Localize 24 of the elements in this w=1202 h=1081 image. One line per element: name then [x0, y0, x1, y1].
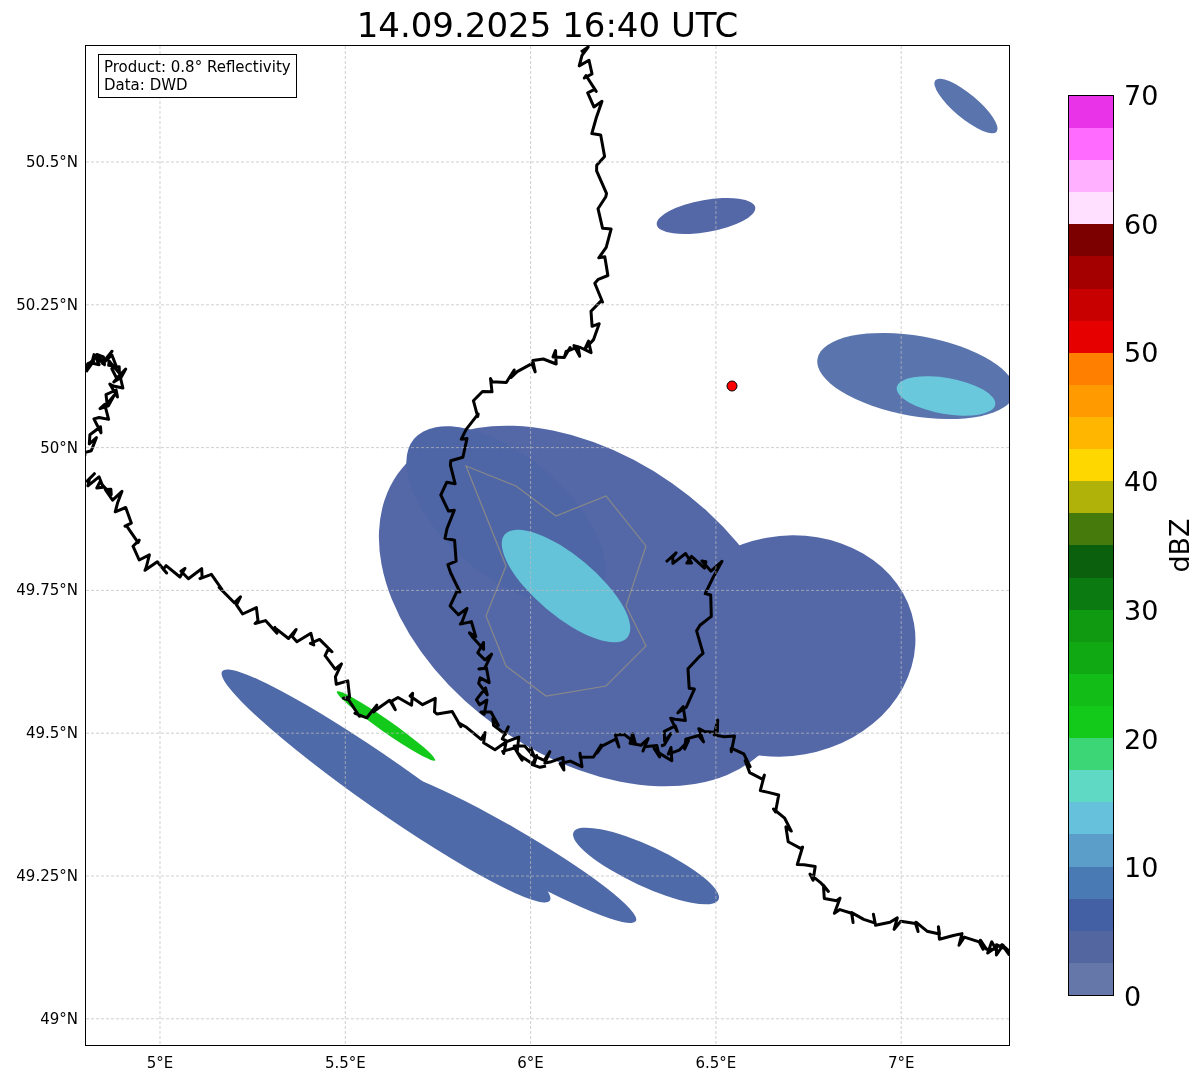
colorbar-tick-label: 70 [1124, 79, 1159, 111]
colorbar-label: dBZ [1163, 518, 1195, 573]
latitude-label: 49.75°N [16, 581, 78, 600]
colorbar-tick-label: 10 [1124, 851, 1159, 883]
latitude-label: 49.25°N [16, 867, 78, 885]
longitude-label: 7°E [887, 1054, 915, 1072]
colorbar-tick-label: 0 [1124, 980, 1142, 1012]
latitude-label: 50°N [40, 438, 78, 457]
colorbar-tick-label: 30 [1124, 594, 1159, 626]
latitude-label: 50.25°N [16, 295, 78, 314]
latitude-label: 49°N [40, 1009, 78, 1028]
colorbar-tick-label: 60 [1124, 208, 1159, 240]
chart-title: 14.09.2025 16:40 UTC [355, 4, 740, 45]
longitude-label: 6.5°E [695, 1054, 737, 1072]
latitude-label: 50.5°N [25, 153, 78, 171]
latitude-label: 49.5°N [25, 724, 78, 743]
longitude-label: 5.5°E [324, 1054, 366, 1072]
longitude-label: 5°E [146, 1054, 174, 1072]
colorbar-tick-label: 20 [1124, 723, 1159, 755]
colorbar-tick-label: 40 [1124, 465, 1159, 497]
annotation-text: Product: 0.8° Reflectivity [104, 58, 291, 76]
annotation-text: Data: DWD [104, 76, 189, 94]
longitude-label: 6°E [517, 1054, 544, 1072]
colorbar-tick-label: 50 [1124, 336, 1159, 368]
